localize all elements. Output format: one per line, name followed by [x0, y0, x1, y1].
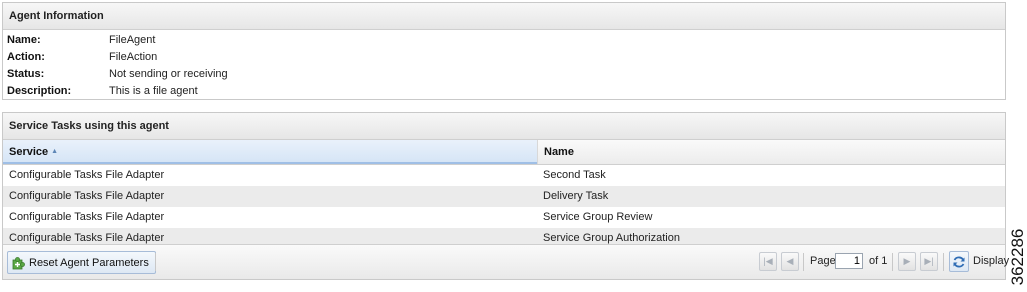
toolbar-separator	[943, 253, 944, 271]
figure-id-text: 362286	[1007, 228, 1027, 286]
agent-info-panel: Agent Information Name: FileAgent Action…	[2, 2, 1006, 100]
reset-agent-parameters-button[interactable]: Reset Agent Parameters	[7, 251, 156, 274]
status-value: Not sending or receiving	[109, 68, 228, 80]
prev-page-icon: ◀	[786, 256, 794, 266]
cell-service: Configurable Tasks File Adapter	[9, 169, 165, 181]
paging-toolbar: Reset Agent Parameters |◀ ◀ Page of 1 ▶ …	[3, 244, 1009, 279]
cell-name: Service Group Review	[543, 211, 653, 223]
info-row-description: Description: This is a file agent	[3, 83, 1005, 100]
cell-service: Configurable Tasks File Adapter	[9, 211, 165, 223]
sort-ascending-icon: ▲	[51, 148, 59, 156]
name-label: Name:	[7, 34, 41, 46]
grid-header: Service ▲ Name	[3, 140, 1005, 165]
last-page-icon: ▶|	[924, 256, 934, 266]
toolbar-separator	[892, 253, 893, 271]
display-label: Display	[973, 255, 1010, 267]
last-page-button[interactable]: ▶|	[920, 252, 938, 271]
next-page-button[interactable]: ▶	[898, 252, 916, 271]
table-row[interactable]: Configurable Tasks File Adapter Service …	[3, 207, 1005, 228]
description-value: This is a file agent	[109, 85, 198, 97]
column-header-name[interactable]: Name	[537, 140, 1005, 164]
refresh-icon	[953, 256, 965, 267]
toolbar-separator	[155, 253, 156, 271]
first-page-button[interactable]: |◀	[759, 252, 777, 271]
name-value: FileAgent	[109, 34, 156, 46]
action-label: Action:	[7, 51, 45, 63]
page-number-input[interactable]	[835, 253, 863, 269]
cell-name: Second Task	[543, 169, 606, 181]
page-count-label: of 1	[869, 255, 888, 267]
agent-info-body: Name: FileAgent Action: FileAction Statu…	[3, 30, 1005, 100]
agent-info-header: Agent Information	[3, 3, 1005, 30]
service-column-label: Service	[9, 146, 49, 158]
description-label: Description:	[7, 85, 72, 97]
service-tasks-header: Service Tasks using this agent	[3, 113, 1005, 140]
service-tasks-panel: Service Tasks using this agent Service ▲ …	[2, 112, 1009, 280]
action-value: FileAction	[109, 51, 158, 63]
table-row[interactable]: Configurable Tasks File Adapter Delivery…	[3, 186, 1005, 207]
table-row[interactable]: Configurable Tasks File Adapter Second T…	[3, 165, 1005, 186]
toolbar-separator	[803, 253, 804, 271]
reset-button-label: Reset Agent Parameters	[29, 256, 149, 269]
info-row-status: Status: Not sending or receiving	[3, 66, 1005, 83]
status-label: Status:	[7, 68, 45, 80]
next-page-icon: ▶	[903, 256, 911, 266]
figure-id-label: 362286	[1008, 222, 1027, 292]
info-row-name: Name: FileAgent	[3, 32, 1005, 49]
name-column-label: Name	[544, 146, 574, 158]
cell-service: Configurable Tasks File Adapter	[9, 190, 165, 202]
first-page-icon: |◀	[763, 256, 773, 266]
info-row-action: Action: FileAction	[3, 49, 1005, 66]
column-header-service[interactable]: Service ▲	[3, 140, 537, 164]
prev-page-button[interactable]: ◀	[781, 252, 799, 271]
page-label: Page	[810, 255, 836, 267]
cell-name: Delivery Task	[543, 190, 609, 202]
puzzle-plus-icon	[12, 256, 25, 269]
refresh-button[interactable]	[949, 251, 969, 272]
